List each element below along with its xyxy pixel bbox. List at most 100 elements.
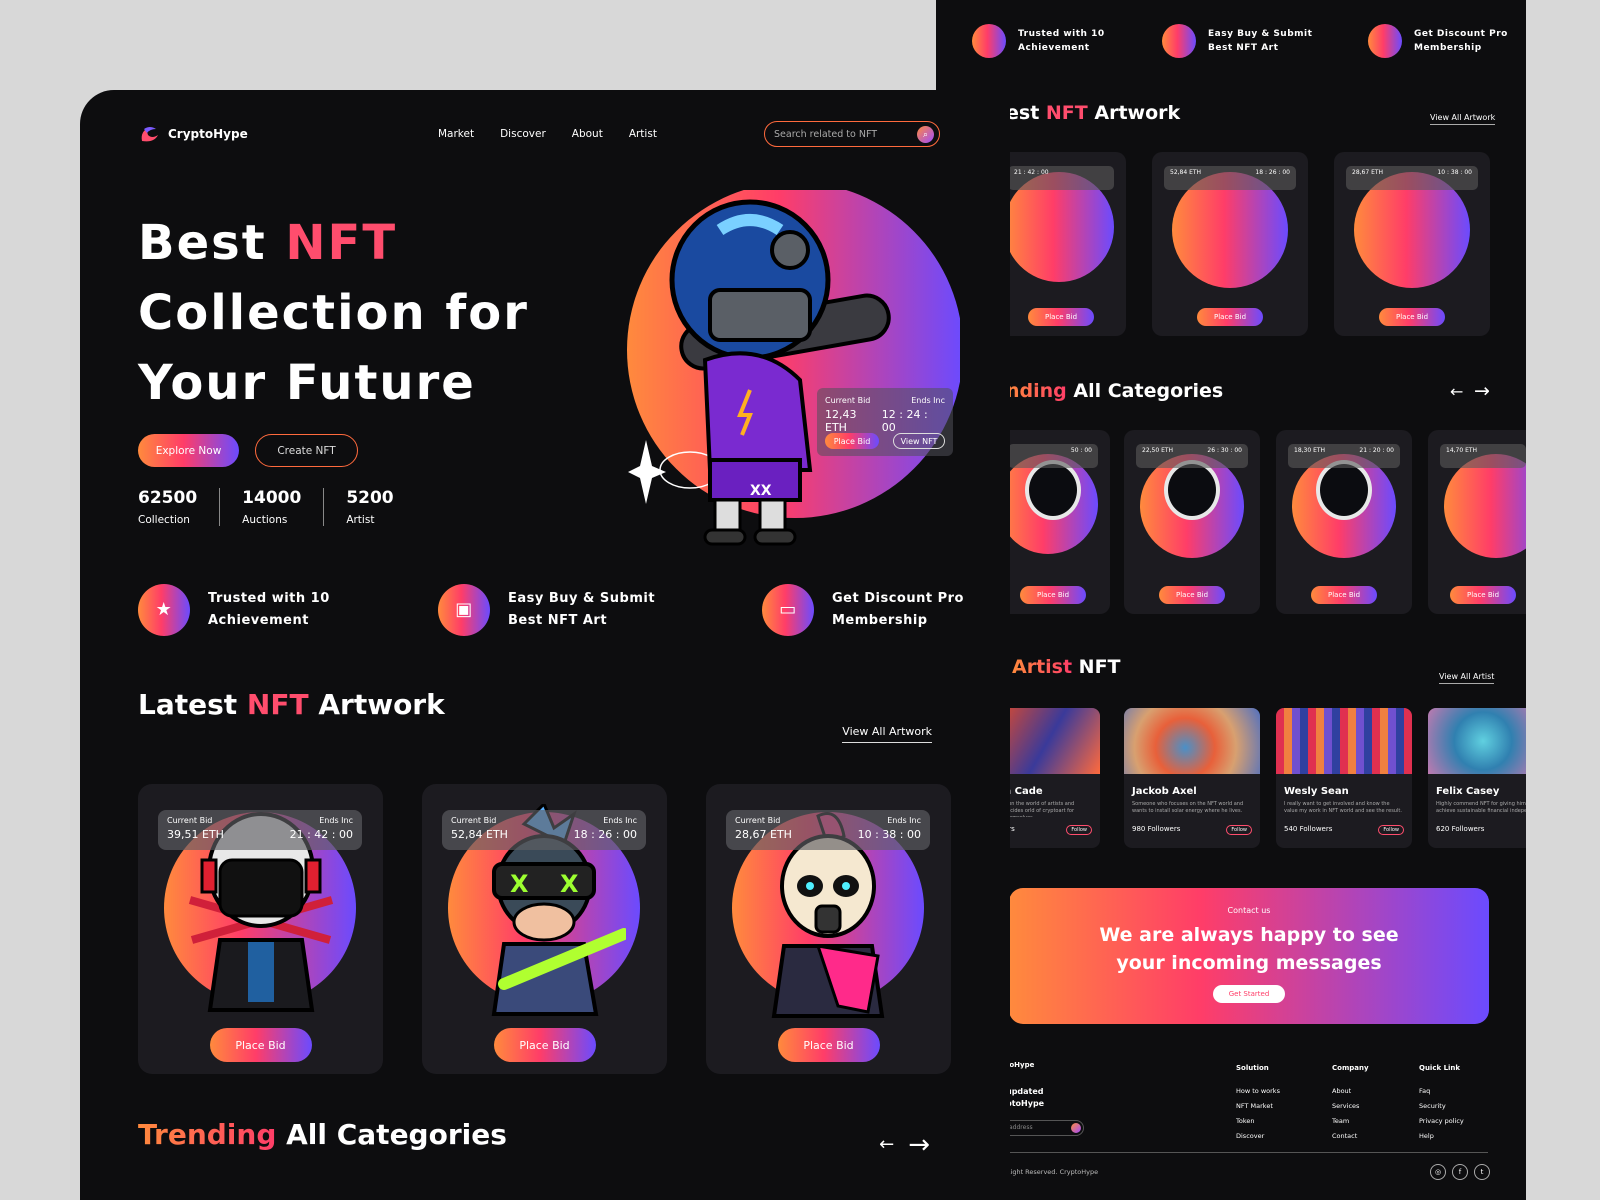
place-bid-button[interactable]: Place Bid	[1020, 586, 1086, 604]
footer-link[interactable]: Contact	[1332, 1129, 1369, 1144]
shopping-bag-icon	[1162, 24, 1196, 58]
feature-line: Membership	[1414, 43, 1482, 53]
footer-link[interactable]: Discover	[1236, 1129, 1280, 1144]
footer-link[interactable]: Team	[1332, 1114, 1369, 1129]
stat-auctions: 14000 Auctions	[242, 488, 325, 526]
place-bid-button[interactable]: Place Bid	[209, 1028, 312, 1062]
artist-name: Jackob Axel	[1132, 786, 1197, 797]
feature-achievement: ★ Trusted with 10 Achievement	[138, 584, 330, 636]
footer-link[interactable]: NFT Market	[1236, 1099, 1280, 1114]
artist-card[interactable]: Jackob Axel Someone who focuses on the N…	[1124, 708, 1260, 848]
place-bid-button[interactable]: Place Bid	[825, 433, 879, 449]
footer-company: Company About Services Team Contact	[1332, 1061, 1369, 1144]
create-nft-button[interactable]: Create NFT	[255, 434, 358, 467]
hero-bid-box: Current Bid Ends Inc 12,43 ETH 12 : 24 : 0…	[817, 388, 953, 456]
contact-banner: Contact us We are always happy to see yo…	[1009, 888, 1489, 1024]
nav-artist[interactable]: Artist	[629, 128, 657, 140]
hero-buttons: Explore Now Create NFT	[138, 434, 358, 467]
place-bid-button[interactable]: Place Bid	[1311, 586, 1377, 604]
artist-name: Wesly Sean	[1284, 786, 1349, 797]
artist-card[interactable]: Felix Casey Highly commend NFT for givin…	[1428, 708, 1526, 848]
place-bid-button[interactable]: Place Bid	[1159, 586, 1225, 604]
arrow-left-icon[interactable]: ←	[1450, 382, 1463, 401]
nft-card[interactable]: Current Bid Ends Inc 39,51 ETH 21 : 42 : 0…	[138, 784, 383, 1074]
arrow-right-icon[interactable]: →	[1474, 380, 1490, 402]
place-bid-button[interactable]: Place Bid	[493, 1028, 596, 1062]
send-icon[interactable]	[1071, 1123, 1081, 1133]
nav-market[interactable]: Market	[438, 128, 474, 140]
back-trend-card[interactable]: 14,70 ETH Place Bid	[1428, 430, 1526, 614]
footer-link[interactable]: Security	[1419, 1099, 1464, 1114]
logo-icon	[141, 127, 158, 142]
footer-link[interactable]: Help	[1419, 1129, 1464, 1144]
trending-title: Trending All Categories	[138, 1118, 507, 1151]
twitter-icon[interactable]: t	[1474, 1164, 1490, 1180]
contact-heading: your incoming messages	[1116, 952, 1382, 974]
feature-line: Get Discount Pro	[1414, 29, 1508, 39]
card-icon: ▭	[762, 584, 814, 636]
search-icon[interactable]: ⌕	[917, 126, 934, 143]
footer-divider	[1000, 1152, 1488, 1153]
search-input[interactable]: Search related to NFT ⌕	[764, 121, 940, 147]
contact-label: Contact us	[1227, 906, 1271, 915]
svg-text:X: X	[510, 870, 529, 898]
place-bid-button[interactable]: Place Bid	[777, 1028, 880, 1062]
footer-link[interactable]: About	[1332, 1084, 1369, 1099]
nft-card[interactable]: Current Bid Ends Inc 28,67 ETH 10 : 38 : 0…	[706, 784, 951, 1074]
logo[interactable]: CryptoHype	[138, 123, 248, 145]
follow-button[interactable]: Follow	[1378, 825, 1404, 835]
top-nav: CryptoHype Market Discover About Artist …	[138, 116, 940, 152]
trending-arrows: ← →	[879, 1130, 930, 1160]
feature-line: Easy Buy & Submit	[1208, 29, 1313, 39]
back-nft-card[interactable]: 21 : 42 : 00 Place Bid	[996, 152, 1126, 336]
email-input[interactable]: address	[1002, 1120, 1084, 1136]
view-all-artist-link[interactable]: View All Artist	[1439, 672, 1495, 684]
arrow-right-icon[interactable]: →	[908, 1130, 930, 1160]
nft-card[interactable]: X X Current Bid Ends Inc 52,84 ETH 18 : 26…	[422, 784, 667, 1074]
stat-artist: 5200 Artist	[346, 488, 394, 526]
view-nft-button[interactable]: View NFT	[893, 433, 945, 449]
ribbon-star-icon: ★	[138, 584, 190, 636]
feature-line: Trusted with 10	[1018, 29, 1105, 39]
footer-link[interactable]: How to works	[1236, 1084, 1280, 1099]
back-latest-title: est NFT Artwork	[1006, 102, 1181, 124]
artist-card[interactable]: n Cade s on the world of artists and dec…	[996, 708, 1100, 848]
follow-button[interactable]: Follow	[1066, 825, 1092, 835]
follow-button[interactable]: Follow	[1226, 825, 1252, 835]
back-trend-card[interactable]: 22,50 ETH 26 : 30 : 00 Place Bid	[1124, 430, 1260, 614]
back-nft-card[interactable]: 52,84 ETH 18 : 26 : 00 Place Bid	[1152, 152, 1308, 336]
place-bid-button[interactable]: Place Bid	[1028, 308, 1094, 326]
footer-link[interactable]: Privacy policy	[1419, 1114, 1464, 1129]
main-menu: Market Discover About Artist	[438, 128, 657, 140]
bid-label: Current Bid Ends Inc 52,84 ETH 18 : 26 : 0…	[442, 810, 646, 850]
artist-desc: s on the world of artists and decides or…	[1004, 801, 1075, 817]
back-nft-card[interactable]: 28,67 ETH 10 : 38 : 00 Place Bid	[1334, 152, 1490, 336]
footer-link[interactable]: Services	[1332, 1099, 1369, 1114]
view-all-artwork-link[interactable]: View All Artwork	[842, 725, 932, 743]
place-bid-button[interactable]: Place Bid	[1197, 308, 1263, 326]
footer-link[interactable]: Token	[1236, 1114, 1280, 1129]
artist-card[interactable]: Wesly Sean I really want to get involved…	[1276, 708, 1412, 848]
explore-now-button[interactable]: Explore Now	[138, 434, 239, 467]
back-view-all-artwork[interactable]: View All Artwork	[1430, 113, 1496, 125]
back-trend-card[interactable]: 18,30 ETH 21 : 20 : 00 Place Bid	[1276, 430, 1412, 614]
back-trend-card[interactable]: 50 : 00 Place Bid	[996, 430, 1110, 614]
latest-artwork-title: Latest NFT Artwork	[138, 688, 445, 721]
feature-line: Achievement	[1018, 43, 1090, 53]
main-page: CryptoHype Market Discover About Artist …	[80, 90, 1010, 1200]
instagram-icon[interactable]: ◎	[1430, 1164, 1446, 1180]
feature-easy-buy: ▣ Easy Buy & Submit Best NFT Art	[438, 584, 655, 636]
nav-discover[interactable]: Discover	[500, 128, 546, 140]
artist-name: Felix Casey	[1436, 786, 1500, 797]
footer-link[interactable]: Faq	[1419, 1084, 1464, 1099]
place-bid-button[interactable]: Place Bid	[1450, 586, 1516, 604]
facebook-icon[interactable]: f	[1452, 1164, 1468, 1180]
contact-heading: We are always happy to see	[1099, 924, 1399, 946]
nav-about[interactable]: About	[572, 128, 603, 140]
footer-solution: Solution How to works NFT Market Token D…	[1236, 1061, 1280, 1144]
get-started-button[interactable]: Get Started	[1212, 985, 1286, 1003]
brand-name: CryptoHype	[168, 127, 248, 141]
arrow-left-icon[interactable]: ←	[879, 1130, 894, 1160]
newsletter-text: updated ptoHype	[1006, 1087, 1045, 1108]
place-bid-button[interactable]: Place Bid	[1379, 308, 1445, 326]
